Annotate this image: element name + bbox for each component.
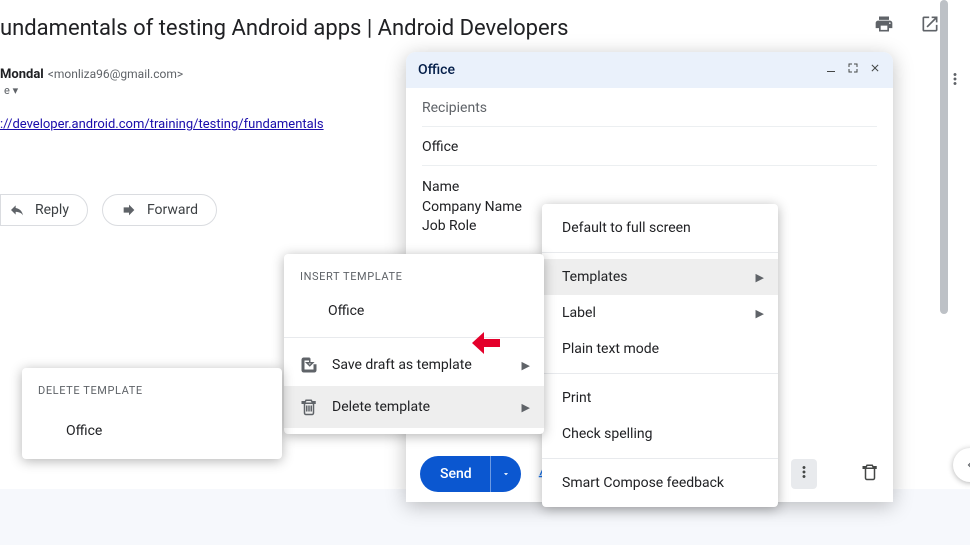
forward-label: Forward (147, 202, 198, 218)
email-body-link[interactable]: ://developer.android.com/training/testin… (0, 117, 324, 132)
recipients-field[interactable]: Recipients (422, 88, 877, 127)
menu-smart-compose-feedback[interactable]: Smart Compose feedback (542, 465, 778, 501)
reply-label: Reply (35, 202, 69, 218)
menu-default-fullscreen[interactable]: Default to full screen (542, 210, 778, 246)
scrollbar-thumb[interactable] (940, 0, 948, 314)
discard-draft-icon[interactable] (861, 463, 879, 485)
delete-template-submenu: DELETE TEMPLATE Office (22, 368, 282, 459)
menu-print[interactable]: Print (542, 380, 778, 416)
sender-name: Mondal (0, 67, 44, 82)
send-button-group: Send (420, 456, 521, 492)
more-options-icon[interactable] (791, 459, 817, 489)
save-draft-label: Save draft as template (332, 357, 472, 373)
side-nav-chevron[interactable] (953, 448, 970, 482)
menu-plain-text[interactable]: Plain text mode (542, 331, 778, 367)
annotation-arrow-icon (472, 332, 500, 354)
open-in-new-icon[interactable] (920, 14, 940, 38)
menu-label-label: Label (562, 305, 596, 321)
delete-template-item-office[interactable]: Office (22, 411, 282, 453)
fullscreen-icon[interactable] (847, 62, 859, 78)
compose-more-menu: Default to full screen Templates ▶ Label… (542, 204, 778, 507)
send-options-dropdown[interactable] (490, 456, 521, 492)
send-button[interactable]: Send (420, 466, 490, 482)
menu-templates-label: Templates (562, 269, 628, 285)
sender-email: <monliza96@gmail.com> (48, 67, 183, 81)
template-item-office[interactable]: Office (284, 291, 544, 331)
forward-button[interactable]: Forward (102, 194, 217, 226)
submenu-arrow-icon: ▶ (756, 271, 764, 284)
save-draft-as-template[interactable]: Save draft as template ▶ (284, 344, 544, 386)
compose-title: Office (418, 62, 455, 78)
subject-field[interactable]: Office (422, 127, 877, 166)
submenu-arrow-icon: ▶ (522, 401, 530, 414)
submenu-arrow-icon: ▶ (756, 307, 764, 320)
insert-template-header: INSERT TEMPLATE (284, 260, 544, 291)
submenu-arrow-icon: ▶ (522, 359, 530, 372)
templates-submenu: INSERT TEMPLATE Office Save draft as tem… (284, 254, 544, 434)
body-line: Name (422, 178, 877, 198)
reply-button[interactable]: Reply (0, 194, 88, 226)
menu-label[interactable]: Label ▶ (542, 295, 778, 331)
minimize-icon[interactable] (825, 62, 837, 78)
close-icon[interactable] (869, 62, 881, 78)
menu-templates[interactable]: Templates ▶ (542, 259, 778, 295)
delete-template[interactable]: Delete template ▶ (284, 386, 544, 428)
delete-template-label: Delete template (332, 399, 430, 415)
print-icon[interactable] (874, 14, 894, 38)
message-more-icon[interactable] (946, 70, 964, 92)
menu-check-spelling[interactable]: Check spelling (542, 416, 778, 452)
delete-template-header: DELETE TEMPLATE (22, 374, 282, 411)
